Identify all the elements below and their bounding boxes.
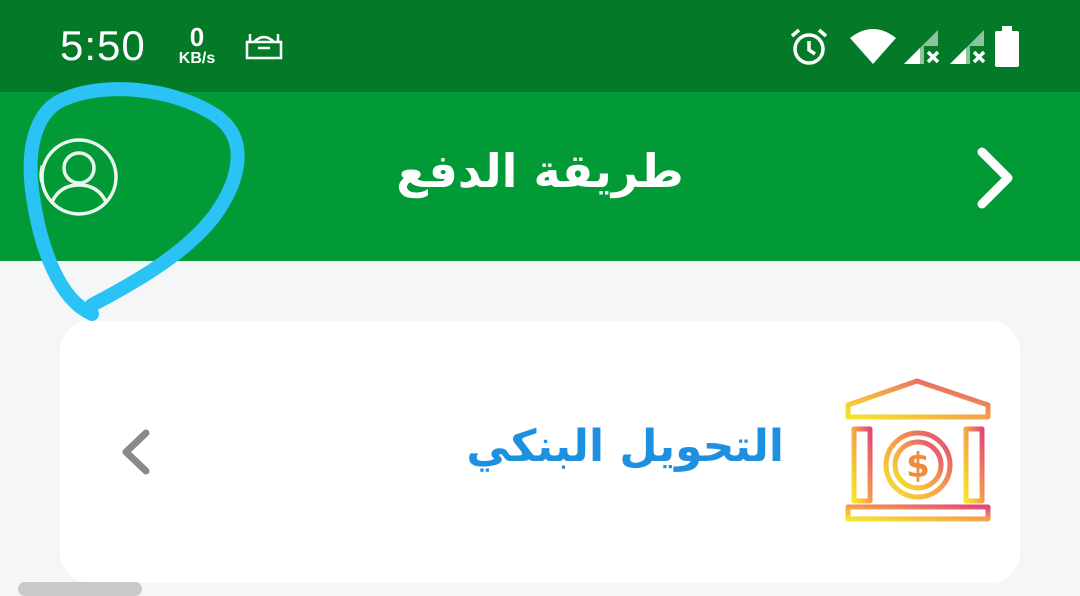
battery-icon <box>995 26 1019 67</box>
bank-dollar-icon: $ <box>845 378 991 522</box>
status-time: 5:50 <box>60 22 146 69</box>
svg-text:$: $ <box>906 446 930 486</box>
wifi-icon <box>850 29 896 64</box>
app-header: طريقة الدفع <box>0 92 1080 261</box>
signal-no-service-icon <box>950 30 986 64</box>
payment-method-label: التحويل البنكي <box>466 421 784 472</box>
chevron-left-icon <box>122 429 150 475</box>
alarm-icon <box>790 28 828 65</box>
user-profile-icon <box>39 138 118 216</box>
app-notification-icon <box>245 34 283 60</box>
network-speed-value: 0 <box>189 22 205 52</box>
signal-no-service-icon <box>904 30 940 64</box>
back-button[interactable] <box>960 138 1030 218</box>
page-title: طريقة الدفع <box>396 144 684 198</box>
status-bar: 5:50 0 KB/s <box>0 0 1080 92</box>
chevron-right-icon <box>977 147 1013 209</box>
network-speed-unit: KB/s <box>178 50 216 67</box>
network-speed: 0 KB/s <box>172 24 222 68</box>
next-card-edge <box>18 582 142 596</box>
payment-method-bank-transfer[interactable]: التحويل البنكي $ <box>60 321 1020 583</box>
profile-button[interactable] <box>20 122 124 226</box>
